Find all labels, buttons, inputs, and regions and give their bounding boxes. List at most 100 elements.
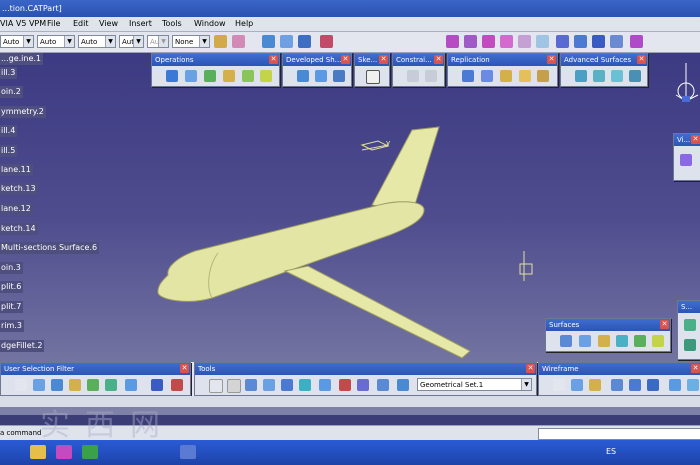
extrapolate-icon[interactable] (242, 70, 254, 82)
develop-icon[interactable] (333, 70, 345, 82)
volume-filter-icon[interactable] (69, 379, 81, 391)
close-icon[interactable]: ✕ (660, 320, 669, 329)
app-icon[interactable] (56, 445, 72, 459)
point-filter-icon[interactable] (15, 379, 27, 391)
bump-icon[interactable] (575, 70, 587, 82)
3d-viewport[interactable]: ...ge.ine.1 ill.3 oin.2 ymmetry.2 ill.4 … (0, 53, 700, 415)
catia-task-icon[interactable] (180, 445, 196, 459)
line-icon[interactable] (571, 379, 583, 391)
menu-file[interactable]: File (47, 17, 60, 31)
aircraft-model[interactable] (0, 53, 700, 415)
update-icon[interactable] (209, 379, 223, 393)
menu-edit[interactable]: Edit (73, 17, 89, 31)
dialog-constraint-icon[interactable] (425, 70, 437, 82)
sketch-icon[interactable] (366, 70, 380, 84)
heal-icon[interactable] (185, 70, 197, 82)
render-icon[interactable] (592, 35, 605, 48)
tree-expand-icon[interactable] (280, 35, 293, 48)
menu-tools[interactable]: Tools (162, 17, 182, 31)
offset-icon[interactable] (579, 335, 591, 347)
close-icon[interactable]: ✕ (637, 55, 646, 64)
view-mode-icon[interactable] (680, 154, 692, 166)
geometrical-set-select[interactable]: Geometrical Set.1 ▼ (417, 378, 532, 391)
trap-icon[interactable] (171, 379, 183, 391)
combo-color[interactable]: Auto ▼ (0, 35, 34, 48)
tools-filter-icon[interactable] (125, 379, 137, 391)
normal-view-icon[interactable] (574, 35, 587, 48)
join-icon[interactable] (166, 70, 178, 82)
fly-mode-icon[interactable] (262, 35, 275, 48)
extrude-icon[interactable] (560, 335, 572, 347)
menu-view[interactable]: View (99, 17, 118, 31)
close-icon[interactable]: ✕ (434, 55, 443, 64)
menu-insert[interactable]: Insert (129, 17, 152, 31)
app-icon[interactable] (82, 445, 98, 459)
close-icon[interactable]: ✕ (379, 55, 388, 64)
projection-icon[interactable] (611, 379, 623, 391)
intersection-curve-icon[interactable] (647, 379, 659, 391)
analysis-icon[interactable] (630, 35, 643, 48)
fill-icon[interactable] (616, 335, 628, 347)
wrap-curve-icon[interactable] (593, 70, 605, 82)
shape-morphing-icon[interactable] (629, 70, 641, 82)
plane-icon[interactable] (589, 379, 601, 391)
untrim-icon[interactable] (204, 70, 216, 82)
group-icon[interactable] (357, 379, 369, 391)
surface-filter-icon[interactable] (51, 379, 63, 391)
solid-2-icon[interactable] (684, 339, 696, 351)
constraint-icon[interactable] (407, 70, 419, 82)
folder-icon[interactable] (30, 445, 46, 459)
combo-transparency[interactable]: Auto ▼ (37, 35, 75, 48)
paint-icon[interactable] (214, 35, 227, 48)
datum-icon[interactable] (319, 379, 331, 391)
combo-lineweight[interactable]: Aut ▼ (119, 35, 144, 48)
command-input[interactable] (538, 428, 700, 440)
work-on-support-icon[interactable] (263, 379, 275, 391)
transfer-icon[interactable] (315, 70, 327, 82)
pan-icon[interactable] (298, 35, 311, 48)
close-icon[interactable]: ✕ (180, 364, 189, 373)
quick-select-icon[interactable] (151, 379, 163, 391)
object-repetition-icon[interactable] (462, 70, 474, 82)
combo-point[interactable]: Aut ▼ (147, 35, 169, 48)
top-view-icon[interactable] (500, 35, 513, 48)
multi-sections-surface-icon[interactable] (634, 335, 646, 347)
spline-icon[interactable] (687, 379, 699, 391)
intersection-icon[interactable] (105, 379, 117, 391)
close-icon[interactable]: ✕ (547, 55, 556, 64)
close-icon[interactable]: ✕ (526, 364, 535, 373)
wrap-surface-icon[interactable] (611, 70, 623, 82)
isometric-view-icon[interactable] (446, 35, 459, 48)
curve-filter-icon[interactable] (33, 379, 45, 391)
user-feature-icon[interactable] (519, 70, 531, 82)
offset-curve-icon[interactable] (629, 379, 641, 391)
cube-icon[interactable] (556, 35, 569, 48)
combo-layer[interactable]: None ▼ (172, 35, 210, 48)
point-icon[interactable] (553, 379, 565, 391)
circle-icon[interactable] (669, 379, 681, 391)
close-icon[interactable]: ✕ (341, 55, 350, 64)
geometrical-set-icon[interactable] (397, 379, 409, 391)
stack-icon[interactable] (339, 379, 351, 391)
hide-show-icon[interactable] (320, 35, 333, 48)
fillet-icon[interactable] (260, 70, 272, 82)
side-view-icon[interactable] (482, 35, 495, 48)
shading-view-icon[interactable] (536, 35, 549, 48)
split-icon[interactable] (223, 70, 235, 82)
catalog-icon[interactable] (537, 70, 549, 82)
combo-linetype[interactable]: Auto ▼ (78, 35, 116, 48)
language-indicator[interactable]: ES (606, 447, 616, 456)
material-icon[interactable] (610, 35, 623, 48)
grid-icon[interactable] (281, 379, 293, 391)
brush-icon[interactable] (232, 35, 245, 48)
power-copy-icon[interactable] (500, 70, 512, 82)
blend-icon[interactable] (652, 335, 664, 347)
menu-app[interactable]: VIA V5 VPM (0, 17, 46, 31)
close-icon[interactable]: ✕ (269, 55, 278, 64)
close-icon[interactable]: ✕ (691, 364, 700, 373)
axis-system-icon[interactable] (245, 379, 257, 391)
front-view-icon[interactable] (464, 35, 477, 48)
menu-help[interactable]: Help (235, 17, 253, 31)
manual-update-icon[interactable] (227, 379, 241, 393)
sweep-icon[interactable] (598, 335, 610, 347)
